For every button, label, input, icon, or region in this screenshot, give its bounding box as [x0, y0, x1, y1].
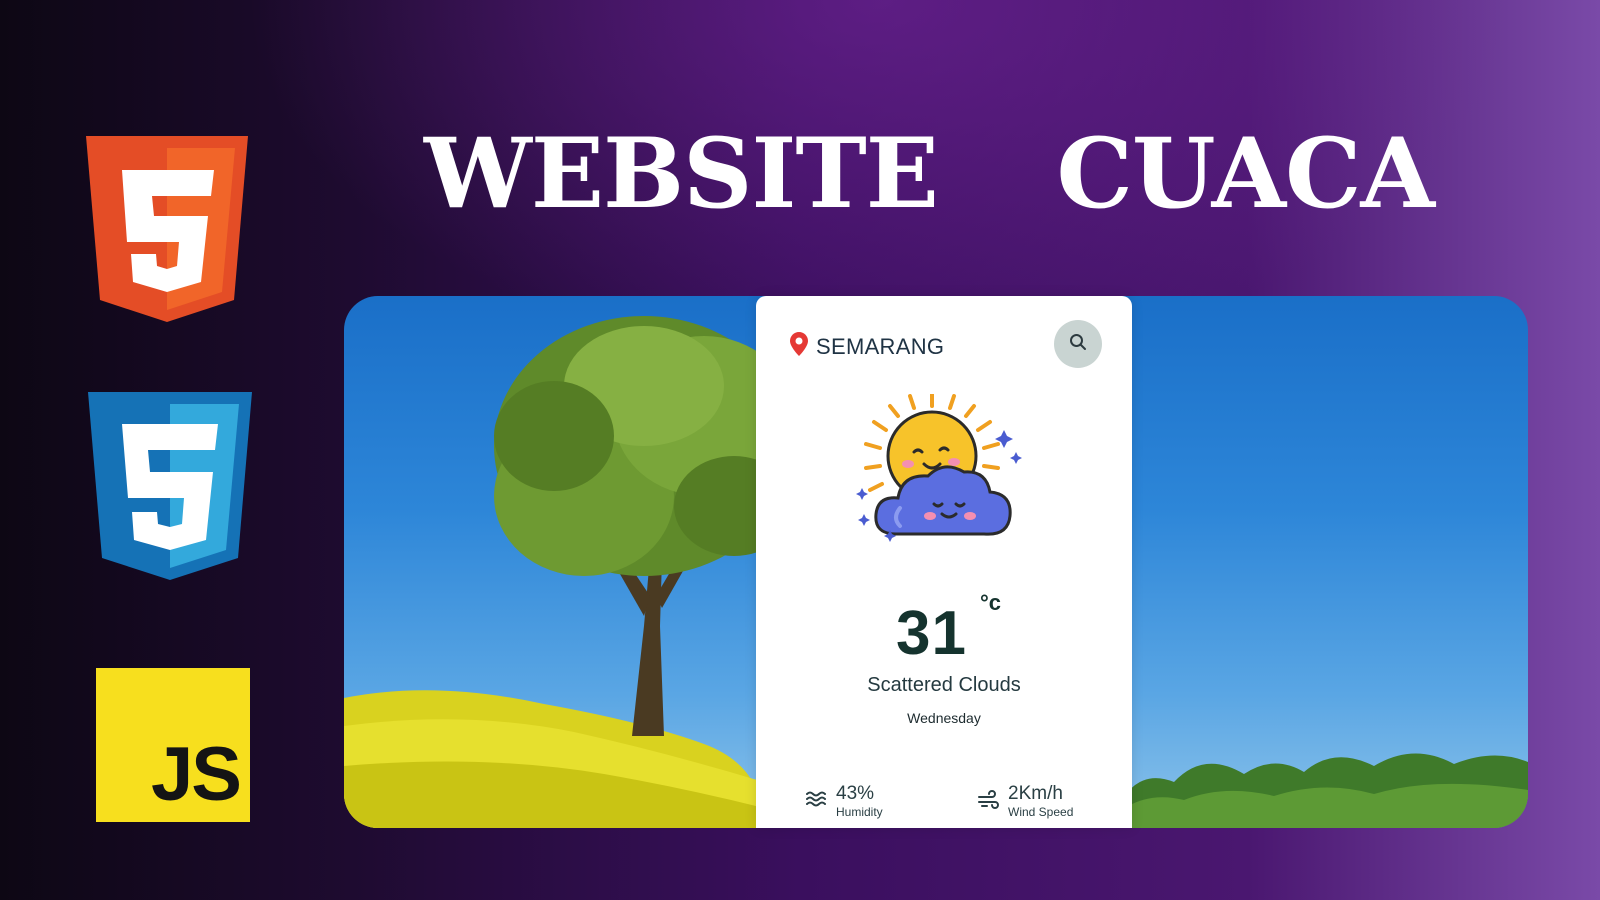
- wind-label: Wind Speed: [1008, 805, 1074, 819]
- waves-icon: [806, 790, 828, 813]
- headline-word-website: WEBSITE: [424, 116, 939, 230]
- temperature-value: 31: [896, 599, 967, 668]
- weekday: Wednesday: [907, 710, 981, 726]
- wind-stat: 2Km/h Wind Speed: [978, 784, 1073, 819]
- javascript-logo: JS: [96, 668, 250, 822]
- map-pin-icon: [790, 332, 808, 361]
- temperature-unit: °c: [980, 590, 1002, 615]
- weather-condition: Scattered Clouds: [867, 674, 1021, 696]
- javascript-logo-label: JS: [151, 732, 242, 817]
- search-icon: [1069, 333, 1087, 356]
- humidity-label: Humidity: [836, 805, 883, 819]
- wind-icon: [978, 790, 1000, 815]
- sun-behind-cloud-icon: [852, 392, 1024, 554]
- temperature: 31 °c: [756, 590, 1132, 668]
- humidity-stat: 43% Humidity: [806, 784, 883, 819]
- css3-logo: 3: [88, 392, 252, 580]
- search-button[interactable]: [1054, 320, 1102, 368]
- headline: WEBSITE CUACA: [424, 116, 1435, 230]
- location: SEMARANG: [790, 332, 944, 361]
- location-name: SEMARANG: [816, 333, 945, 359]
- humidity-value: 43%: [836, 783, 875, 804]
- html5-logo: 5: [86, 136, 248, 322]
- wind-value: 2Km/h: [1008, 783, 1063, 804]
- weather-card: SEMARANG 31 °c Scattered Clouds Wednesda…: [756, 296, 1132, 828]
- headline-word-cuaca: CUACA: [1056, 116, 1435, 230]
